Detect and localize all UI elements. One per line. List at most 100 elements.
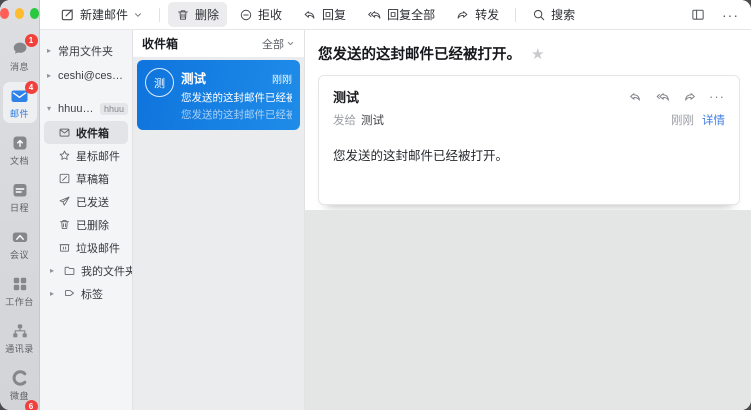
toolbar-divider <box>159 8 160 22</box>
folder-icon <box>63 264 76 277</box>
triangle-collapsed-icon: ▸ <box>50 289 58 298</box>
recipient-name: 测试 <box>361 112 671 128</box>
folder-item-inbox[interactable]: 收件箱 <box>44 121 128 144</box>
search-button[interactable]: 搜索 <box>524 2 583 27</box>
forward-icon[interactable] <box>682 90 698 104</box>
forward-icon <box>455 8 470 22</box>
layout-panel-icon[interactable] <box>690 7 706 22</box>
triangle-collapsed-icon: ▸ <box>47 71 55 80</box>
rail-item-meeting[interactable]: 会议 <box>3 223 37 264</box>
folder-group-account-ceshi[interactable]: ▸ ceshi@ces666.com <box>40 63 132 88</box>
video-camera-icon <box>10 227 30 247</box>
drive-c-icon <box>10 368 30 388</box>
mail-badge: 4 <box>25 81 38 94</box>
mail-app-window: 1 消息 4 邮件 文档 日程 会议 <box>0 0 751 410</box>
more-actions-icon[interactable]: ··· <box>709 89 725 104</box>
forward-button[interactable]: 转发 <box>447 2 507 27</box>
message-sender: 测试 <box>333 87 627 106</box>
compose-button[interactable]: 新建邮件 <box>52 2 151 27</box>
rail-item-contacts[interactable]: 通讯录 <box>3 317 37 358</box>
email-subject: 您发送的这封邮件已经被打开。 <box>181 90 292 105</box>
folder-item-sent[interactable]: 已发送 <box>44 190 128 213</box>
folder-group-common[interactable]: ▸ 常用文件夹 <box>40 38 132 63</box>
trash-icon <box>176 8 190 22</box>
mail-list-body: 测 测试 刚刚 您发送的这封邮件已经被打开。 您发送的这封邮件已经被打开。 <box>133 57 304 410</box>
folder-group-account-hhuu[interactable]: ▾ hhuu@ces666... hhuu <box>40 96 132 121</box>
search-icon <box>532 8 546 22</box>
main-area: 新建邮件 删除 拒收 <box>40 0 751 410</box>
reading-pane-empty-area <box>305 210 751 410</box>
message-body: 您发送的这封邮件已经被打开。 <box>333 145 725 164</box>
chat-bubble-icon: 1 <box>10 39 30 59</box>
reply-button[interactable]: 回复 <box>294 2 354 27</box>
mail-icon: 4 <box>10 86 30 106</box>
folder-item-starred[interactable]: 星标邮件 <box>44 144 128 167</box>
content-area: ▸ 常用文件夹 ▸ ceshi@ces666.com ▾ hhuu@ces666… <box>40 30 751 410</box>
more-options-button[interactable]: ··· <box>722 7 739 23</box>
list-filter-dropdown[interactable]: 全部 <box>262 36 295 52</box>
zoom-window-button[interactable] <box>30 8 39 19</box>
rail-item-calendar[interactable]: 日程 <box>3 176 37 217</box>
star-icon <box>58 149 71 162</box>
details-link[interactable]: 详情 <box>702 112 725 128</box>
to-label: 发给 <box>333 112 356 128</box>
folder-pane: ▸ 常用文件夹 ▸ ceshi@ces666.com ▾ hhuu@ces666… <box>40 30 133 410</box>
email-list-item-selected[interactable]: 测 测试 刚刚 您发送的这封邮件已经被打开。 您发送的这封邮件已经被打开。 <box>137 60 300 130</box>
app-rail: 1 消息 4 邮件 文档 日程 会议 <box>0 0 40 410</box>
close-window-button[interactable] <box>0 8 9 19</box>
minimize-window-button[interactable] <box>15 8 24 19</box>
email-time: 刚刚 <box>272 71 292 86</box>
compose-icon <box>60 7 75 22</box>
trash-icon <box>58 218 71 231</box>
reply-icon <box>302 8 317 22</box>
triangle-collapsed-icon: ▸ <box>50 266 58 275</box>
junk-box-icon <box>58 241 71 254</box>
rail-item-mail[interactable]: 4 邮件 <box>3 82 37 123</box>
document-icon <box>10 133 30 153</box>
list-title: 收件箱 <box>142 35 178 52</box>
rail-item-workbench[interactable]: 工作台 <box>3 270 37 311</box>
triangle-collapsed-icon: ▸ <box>47 46 55 55</box>
email-sender: 测试 <box>181 68 272 87</box>
grid-icon <box>10 274 30 294</box>
minus-circle-icon <box>239 8 253 22</box>
buildings-icon: 6 <box>10 405 30 410</box>
star-icon[interactable]: ★ <box>531 45 544 63</box>
messages-badge: 1 <box>25 34 38 47</box>
community-badge: 6 <box>25 400 38 410</box>
draft-icon <box>58 172 71 185</box>
rail-item-drive[interactable]: 微盘 <box>3 364 37 405</box>
message-card: 测试 ··· <box>318 75 740 205</box>
avatar: 测 <box>145 68 174 97</box>
reject-button[interactable]: 拒收 <box>231 2 290 27</box>
reply-all-icon[interactable] <box>654 90 671 104</box>
paper-plane-icon <box>58 195 71 208</box>
email-preview: 您发送的这封邮件已经被打开。 <box>181 107 292 122</box>
rail-item-messages[interactable]: 1 消息 <box>3 35 37 76</box>
delete-button[interactable]: 删除 <box>168 2 227 27</box>
reply-icon[interactable] <box>627 90 643 104</box>
folder-item-spam[interactable]: 垃圾邮件 <box>44 236 128 259</box>
reply-all-icon <box>366 8 382 22</box>
triangle-expanded-icon: ▾ <box>47 104 55 113</box>
rail-item-community[interactable]: 6 <box>10 405 30 410</box>
chevron-down-icon <box>133 10 143 20</box>
mail-list-pane: 收件箱 全部 测 测试 刚刚 您发送的这封邮件 <box>133 30 305 410</box>
tag-icon <box>63 287 76 300</box>
org-chart-icon <box>10 321 30 341</box>
mail-list-header: 收件箱 全部 <box>133 30 304 57</box>
toolbar: 新建邮件 删除 拒收 <box>40 0 751 30</box>
message-time: 刚刚 <box>671 112 694 128</box>
reading-pane: 您发送的这封邮件已经被打开。 ★ 测试 <box>305 30 751 410</box>
folder-item-my-folders[interactable]: ▸ 我的文件夹 <box>44 259 128 282</box>
rail-item-docs[interactable]: 文档 <box>3 129 37 170</box>
reply-all-button[interactable]: 回复全部 <box>358 2 443 27</box>
toolbar-divider <box>515 8 516 22</box>
folder-item-drafts[interactable]: 草稿箱 <box>44 167 128 190</box>
folder-item-tags[interactable]: ▸ 标签 <box>44 282 128 305</box>
folder-item-deleted[interactable]: 已删除 <box>44 213 128 236</box>
window-controls <box>0 0 40 29</box>
calendar-icon <box>10 180 30 200</box>
account-tag: hhuu <box>100 103 128 115</box>
envelope-icon <box>58 126 71 139</box>
